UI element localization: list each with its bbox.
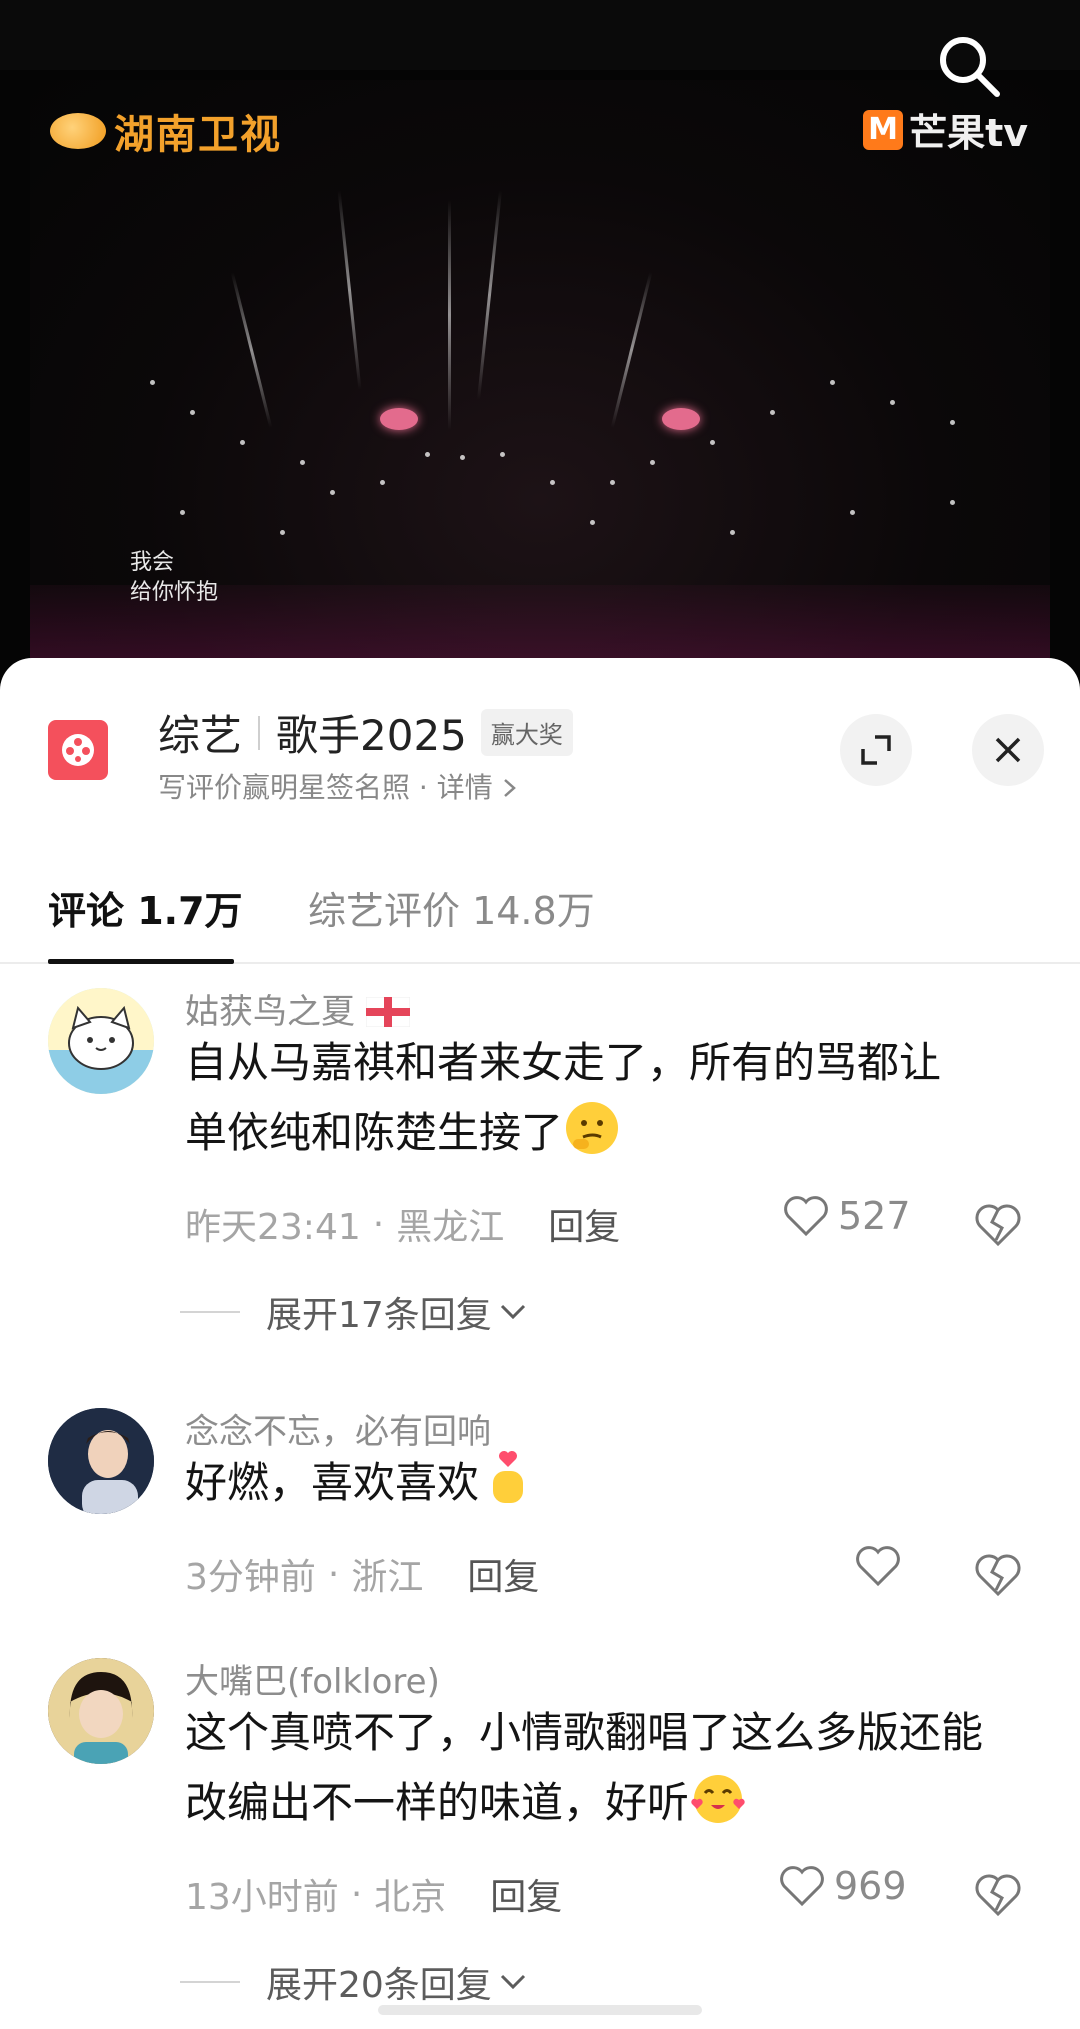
- show-title: 歌手2025: [276, 711, 467, 760]
- video-subtitle: 我会 给你怀抱: [130, 550, 219, 605]
- variety-show-icon[interactable]: [48, 720, 108, 780]
- chevron-down-icon: [500, 1974, 525, 1990]
- stage-light-beam: [610, 272, 653, 428]
- comment-text: 自从马嘉祺和者来女走了，所有的骂都让 单依纯和陈楚生接了: [185, 1038, 942, 1157]
- like-button[interactable]: [854, 1544, 902, 1588]
- comment-meta: 昨天23:41 · 黑龙江 回复: [185, 1198, 620, 1250]
- comment-meta: 13小时前 · 北京 回复: [185, 1868, 562, 1920]
- reply-button[interactable]: 回复: [467, 1548, 539, 1600]
- like-button[interactable]: 527: [782, 1194, 911, 1238]
- hunan-tv-logo: 湖南卫视: [50, 102, 282, 160]
- person-avatar-image: [48, 1408, 154, 1514]
- comment-text: 好燃，喜欢喜欢: [185, 1448, 1045, 1518]
- comment-text: 这个真喷不了，小情歌翻唱了这么多版还能 改编出不一样的味道，好听: [185, 1708, 984, 1827]
- person-avatar-image: [48, 1658, 154, 1764]
- comment-tabs: 评论 1.7万 综艺评价 14.8万: [0, 858, 1080, 964]
- comment-time: 昨天23:41: [185, 1207, 361, 1248]
- like-count: 969: [834, 1864, 907, 1908]
- search-icon: [940, 37, 1000, 97]
- broken-heart-icon[interactable]: [972, 1868, 1024, 1920]
- avatar[interactable]: [48, 988, 154, 1094]
- expand-replies-button[interactable]: 展开17条回复: [180, 1286, 528, 1338]
- heart-icon: [784, 1196, 828, 1237]
- tab-show-reviews[interactable]: 综艺评价 14.8万: [308, 880, 595, 935]
- close-icon: [995, 737, 1021, 763]
- hunan-tv-logo-icon: [50, 113, 106, 149]
- active-tab-indicator: [48, 959, 234, 964]
- show-header[interactable]: 综艺 歌手2025 赢大奖: [158, 702, 573, 763]
- like-count: 527: [838, 1194, 911, 1238]
- comment-time: 13小时前: [185, 1877, 339, 1918]
- mango-tv-logo: M 芒果tv: [863, 102, 1028, 157]
- category-label: 综艺: [158, 711, 243, 760]
- heart-icon: [856, 1546, 900, 1587]
- prize-badge: 赢大奖: [480, 709, 573, 756]
- reply-button[interactable]: 回复: [490, 1868, 562, 1920]
- stage-light-beam: [337, 190, 362, 390]
- avatar[interactable]: [48, 1408, 154, 1514]
- broken-heart-icon[interactable]: [972, 1198, 1024, 1250]
- comment-location: 北京: [374, 1877, 447, 1918]
- like-button[interactable]: 969: [778, 1864, 907, 1908]
- title-divider: [258, 715, 261, 750]
- thinking-face-emoji: [566, 1102, 619, 1154]
- tab-comments[interactable]: 评论 1.7万: [48, 880, 243, 935]
- comment-meta: 3分钟前 · 浙江 回复: [185, 1548, 539, 1600]
- chevron-right-icon: [503, 779, 516, 797]
- heart-icon: [780, 1866, 824, 1907]
- comment-username[interactable]: 念念不忘，必有回响: [185, 1404, 491, 1453]
- reply-button[interactable]: 回复: [548, 1198, 620, 1250]
- comment-location: 浙江: [351, 1557, 424, 1598]
- comment-time: 3分钟前: [185, 1557, 316, 1598]
- stage-screen: [662, 408, 700, 430]
- stage-light-beam: [477, 190, 502, 400]
- avatar[interactable]: [48, 1658, 154, 1764]
- expand-replies-button[interactable]: 展开20条回复: [180, 1956, 528, 2008]
- comment-username[interactable]: 大嘴巴(folklore): [185, 1654, 440, 1703]
- comment-location: 黑龙江: [396, 1207, 505, 1248]
- video-player[interactable]: 湖南卫视 M 芒果tv 我会 给你怀抱: [0, 0, 1080, 680]
- cat-avatar-image: [48, 988, 154, 1094]
- chevron-down-icon: [500, 1304, 525, 1320]
- england-flag-icon: [365, 996, 411, 1028]
- header-subtitle-link[interactable]: 写评价赢明星签名照 · 详情: [158, 766, 518, 806]
- film-reel-icon: [62, 734, 94, 766]
- expand-button[interactable]: [840, 714, 912, 786]
- comment-sheet: 综艺 歌手2025 赢大奖 写评价赢明星签名照 · 详情 评论 1.7万 综艺评…: [0, 658, 1080, 2029]
- stage-light-beam: [230, 272, 273, 428]
- video-top-strip: [0, 0, 1080, 70]
- search-button[interactable]: [935, 32, 1005, 102]
- stage-light-beam: [448, 200, 451, 430]
- close-button[interactable]: [972, 714, 1044, 786]
- finger-heart-emoji: [493, 1451, 524, 1503]
- smiling-face-with-hearts-emoji: [691, 1775, 745, 1823]
- expand-icon: [861, 735, 891, 765]
- broken-heart-icon[interactable]: [972, 1548, 1024, 1600]
- home-indicator[interactable]: [378, 2005, 702, 2015]
- stage-screen: [380, 408, 418, 430]
- comment-username[interactable]: 姑获鸟之夏: [185, 984, 411, 1033]
